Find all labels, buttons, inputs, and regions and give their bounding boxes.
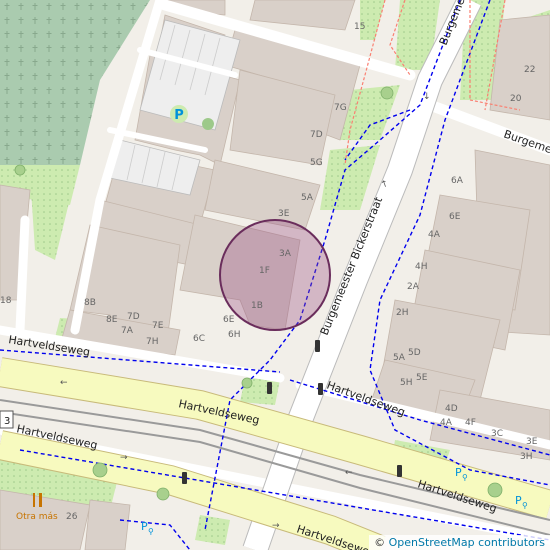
- house-number: 4H: [415, 262, 428, 272]
- house-number: 2H: [396, 308, 409, 318]
- poi-label-restaurant: Otra más: [16, 512, 58, 522]
- house-number: 4F: [465, 418, 476, 428]
- house-number: 7H: [146, 337, 159, 347]
- svg-text:⚲: ⚲: [148, 527, 154, 536]
- house-number: 1B: [251, 301, 263, 311]
- house-number: 26: [66, 512, 78, 522]
- house-number: 7A: [121, 326, 134, 336]
- house-number: 5A: [393, 353, 406, 363]
- svg-text:P: P: [141, 520, 148, 533]
- map-canvas[interactable]: P P ⚲ P ⚲ P ⚲ 3 ↓ ↑ ← → ← → 15 7G 7D 5G …: [0, 0, 550, 550]
- house-number: 5E: [416, 373, 428, 383]
- copyright-symbol: ©: [374, 536, 386, 549]
- house-number: 5G: [310, 158, 323, 168]
- house-number: 3H: [520, 452, 533, 462]
- svg-text:3: 3: [4, 416, 10, 427]
- house-number: 5D: [408, 348, 421, 358]
- map-attribution: © OpenStreetMap contributors: [369, 535, 550, 550]
- house-number: 6H: [228, 330, 241, 340]
- house-number: 5A: [301, 193, 314, 203]
- house-number: 3E: [526, 437, 538, 447]
- house-number: 7G: [334, 103, 347, 113]
- house-number: 6C: [193, 334, 205, 344]
- house-number: 3A: [279, 249, 292, 259]
- house-number: 6E: [449, 212, 461, 222]
- svg-text:⚲: ⚲: [462, 473, 468, 482]
- house-number: 22: [524, 65, 535, 75]
- house-number: 18: [0, 296, 12, 306]
- house-number: 15: [354, 22, 365, 32]
- svg-text:↓: ↓: [423, 92, 431, 102]
- house-number: 3C: [491, 429, 503, 439]
- house-number: 4A: [428, 230, 441, 240]
- svg-text:←: ←: [345, 468, 353, 478]
- svg-text:→: →: [272, 521, 280, 531]
- svg-text:P: P: [455, 466, 462, 479]
- house-number: 3E: [278, 209, 290, 219]
- map-svg: P P ⚲ P ⚲ P ⚲ 3 ↓ ↑ ← → ← → 15 7G 7D 5G …: [0, 0, 550, 550]
- house-number: 4D: [445, 404, 458, 414]
- house-number: 6E: [223, 315, 235, 325]
- svg-text:P: P: [515, 494, 522, 507]
- house-number: 8E: [106, 315, 118, 325]
- house-number: 1F: [259, 266, 270, 276]
- svg-text:⚲: ⚲: [522, 501, 528, 510]
- house-number: 20: [510, 94, 522, 104]
- house-number: 8B: [84, 298, 96, 308]
- svg-text:←: ←: [60, 378, 68, 388]
- route-shield: 3: [0, 410, 14, 429]
- house-number: 4A: [440, 418, 453, 428]
- house-number: 2A: [407, 282, 420, 292]
- svg-text:→: →: [120, 453, 128, 463]
- svg-text:P: P: [174, 108, 184, 123]
- house-number: 5H: [400, 378, 413, 388]
- house-number: 6A: [451, 176, 464, 186]
- selected-location-circle: [219, 219, 331, 331]
- attribution-link[interactable]: OpenStreetMap contributors: [389, 536, 545, 549]
- house-number: 7D: [127, 312, 140, 322]
- house-number: 7D: [310, 130, 323, 140]
- house-number: 7E: [152, 321, 164, 331]
